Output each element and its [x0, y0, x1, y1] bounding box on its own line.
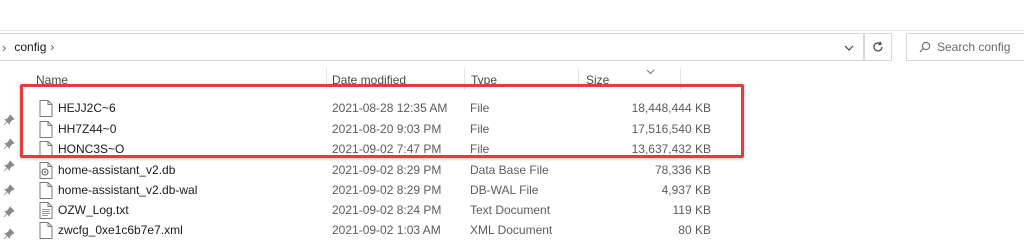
file-type: DB-WAL File — [470, 183, 539, 197]
file-type: Text Document — [470, 203, 551, 217]
blank-file-icon — [39, 222, 53, 239]
sort-descending-icon — [646, 64, 655, 78]
file-row[interactable]: zwcfg_0xe1c6b7e7.xml 2021-09-02 1:03 AM … — [30, 220, 750, 240]
file-size: 4,937 KB — [661, 183, 711, 197]
file-date: 2021-09-02 8:29 PM — [332, 183, 442, 197]
address-bar[interactable]: › config › — [0, 33, 864, 61]
pin-icon[interactable] — [3, 184, 15, 196]
database-file-icon — [39, 162, 53, 179]
file-date: 2021-09-02 8:24 PM — [332, 203, 442, 217]
pin-icon[interactable] — [3, 228, 15, 240]
file-row[interactable]: home-assistant_v2.db 2021-09-02 8:29 PM … — [30, 160, 750, 180]
quick-access-pins — [0, 100, 20, 244]
refresh-button[interactable] — [864, 33, 892, 61]
file-date: 2021-09-02 8:29 PM — [332, 163, 442, 177]
chevron-down-icon[interactable] — [841, 40, 857, 56]
pin-icon[interactable] — [3, 160, 15, 172]
file-name: OZW_Log.txt — [58, 203, 129, 217]
search-box[interactable]: Search config — [906, 33, 1024, 61]
pin-icon[interactable] — [3, 114, 15, 126]
pin-icon[interactable] — [3, 206, 15, 218]
annotation-highlight-box — [20, 84, 744, 158]
breadcrumb-separator-icon[interactable]: › — [2, 40, 6, 55]
file-type: Data Base File — [470, 163, 549, 177]
file-row[interactable]: home-assistant_v2.db-wal 2021-09-02 8:29… — [30, 180, 750, 200]
text-file-icon — [39, 202, 53, 219]
file-name: zwcfg_0xe1c6b7e7.xml — [58, 223, 183, 237]
refresh-icon — [873, 41, 883, 52]
file-type: XML Document — [470, 223, 553, 237]
file-name: home-assistant_v2.db-wal — [58, 183, 198, 197]
file-size: 78,336 KB — [654, 163, 711, 177]
file-date: 2021-09-02 1:03 AM — [332, 223, 441, 237]
blank-file-icon — [39, 182, 53, 199]
breadcrumb-config[interactable]: config — [14, 40, 46, 54]
file-row[interactable]: OZW_Log.txt 2021-09-02 8:24 PM Text Docu… — [30, 200, 750, 220]
file-name: home-assistant_v2.db — [58, 163, 176, 177]
pin-icon[interactable] — [3, 138, 15, 150]
file-size: 80 KB — [678, 223, 711, 237]
file-size: 119 KB — [672, 203, 711, 217]
ribbon-strip — [0, 0, 1024, 31]
breadcrumb-chevron-icon[interactable]: › — [50, 40, 54, 54]
search-input[interactable]: Search config — [937, 40, 1010, 54]
search-icon — [919, 41, 931, 53]
